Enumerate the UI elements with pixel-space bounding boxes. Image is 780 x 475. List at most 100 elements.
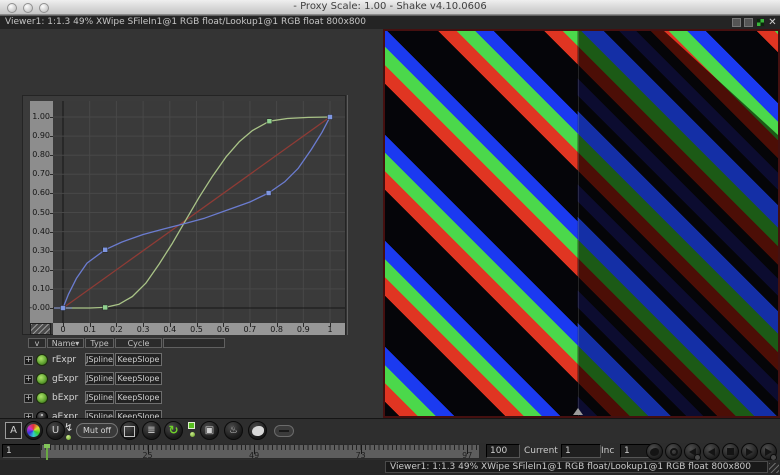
current-label: Current <box>524 446 558 456</box>
stop-button[interactable] <box>722 443 739 460</box>
script-a-button[interactable]: A <box>5 422 22 439</box>
visibility-dot-icon[interactable] <box>36 354 48 366</box>
flipbook-flame-button[interactable]: ♨ <box>224 421 243 440</box>
expand-row-button[interactable]: + <box>24 394 33 403</box>
ramp-corner-button[interactable] <box>30 323 51 335</box>
table-row: +gExprJSplineKeepSlope <box>0 370 383 388</box>
curve-plot-area[interactable] <box>53 101 345 323</box>
status-row: Viewer1: 1:1.3 49% XWipe SFileIn1@1 RGB … <box>0 460 780 475</box>
status-bar: Viewer1: 1:1.3 49% XWipe SFileIn1@1 RGB … <box>385 461 768 473</box>
curve-knot-gExpr[interactable] <box>103 305 108 310</box>
y-tick-label: 0.70 <box>32 170 50 178</box>
visibility-dot-icon[interactable] <box>36 392 48 404</box>
roi-button[interactable]: ▣ <box>200 421 219 440</box>
curve-knot-bExpr[interactable] <box>328 115 333 120</box>
table-header-visibility[interactable]: v <box>28 338 46 348</box>
flipbook-button[interactable] <box>646 443 663 460</box>
type-button[interactable]: JSpline <box>85 372 114 385</box>
table-header-extra <box>163 338 225 348</box>
y-tick-label: 0.90 <box>32 132 50 140</box>
more-button[interactable] <box>274 425 294 437</box>
table-header-name-label: Name <box>52 339 76 348</box>
cycle-button[interactable]: KeepSlope <box>115 372 162 385</box>
compare-button[interactable]: ≣ <box>142 421 161 440</box>
timeline-ruler[interactable]: 25497397 <box>40 444 480 459</box>
paint-icon <box>252 426 264 436</box>
row-name-label: bExpr <box>52 393 78 403</box>
x-tick-mark <box>223 323 224 327</box>
table-header-type[interactable]: Type <box>85 338 114 348</box>
mute-button[interactable]: Mut off <box>76 423 118 438</box>
viewer-checker-icon[interactable] <box>756 18 765 27</box>
stop-icon <box>727 448 734 455</box>
panel-divider <box>347 95 348 335</box>
transport-controls <box>646 443 777 460</box>
proxy-lightning-icon[interactable]: ↯ <box>64 422 74 438</box>
viewer-canvas[interactable] <box>383 29 780 418</box>
x-tick-mark <box>277 323 278 327</box>
timeline-tick-label: 73 <box>356 451 366 460</box>
table-header-cycle[interactable]: Cycle <box>115 338 162 348</box>
viewer-resize-icon[interactable] <box>744 18 753 27</box>
paint-button[interactable] <box>248 421 267 440</box>
playhead[interactable] <box>46 444 48 460</box>
flipbook-icon <box>650 448 659 456</box>
timeline-tick-label: 49 <box>249 451 259 460</box>
viewer-panel-icon[interactable] <box>732 18 741 27</box>
viewer-toolbar: A U ↯ Mut off ≣ ↻ ▣ ♨ <box>0 418 780 443</box>
update-button[interactable]: U <box>46 421 65 440</box>
curve-knot-bExpr[interactable] <box>61 306 66 311</box>
audio-button[interactable] <box>665 443 682 460</box>
timeline-tick-label: 25 <box>142 451 152 460</box>
timeline-row: 25497397 Current Inc <box>0 443 780 460</box>
audio-icon <box>670 448 678 456</box>
table-header-name[interactable]: Name▾ <box>47 338 84 348</box>
step-back-icon <box>708 448 715 456</box>
visibility-dot-icon[interactable] <box>36 373 48 385</box>
current-frame-field[interactable] <box>561 444 601 458</box>
type-button[interactable]: JSpline <box>85 391 114 404</box>
y-tick-label: 1.00 <box>32 113 50 121</box>
y-axis: 1.000.900.800.700.600.500.400.300.200.10… <box>30 101 53 323</box>
x-tick-mark <box>330 323 331 327</box>
table-row: +rExprJSplineKeepSlope <box>0 351 383 369</box>
type-button[interactable]: JSpline <box>85 353 114 366</box>
next-key-button[interactable] <box>760 443 777 460</box>
x-tick-mark <box>143 323 144 327</box>
resize-grip-icon[interactable] <box>769 463 779 473</box>
curve-knot-bExpr[interactable] <box>103 247 108 252</box>
viewer-close-icon[interactable]: ✕ <box>768 18 777 27</box>
xwipe-handle[interactable] <box>573 408 583 415</box>
expand-row-button[interactable]: + <box>24 375 33 384</box>
play-icon <box>746 448 753 456</box>
prev-frame-button[interactable] <box>703 443 720 460</box>
buffer-indicator-icon[interactable] <box>188 422 195 429</box>
curve-knot-bExpr[interactable] <box>266 191 271 196</box>
curve-knot-gExpr[interactable] <box>267 119 272 124</box>
table-row: + bExpr JSplineKeepSlope <box>0 389 383 407</box>
x-tick-mark <box>90 323 91 327</box>
refresh-button[interactable]: ↻ <box>164 421 183 440</box>
next-frame-button[interactable] <box>741 443 758 460</box>
range-end-field[interactable] <box>486 444 520 458</box>
cycle-button[interactable]: KeepSlope <box>115 391 162 404</box>
x-tick-mark <box>250 323 251 327</box>
y-tick-label: 0.30 <box>32 247 50 255</box>
prev-key-button[interactable] <box>684 443 701 460</box>
roi-icon: ▣ <box>205 425 214 436</box>
viewport-frame-button[interactable] <box>120 421 139 440</box>
y-tick-label: 0.20 <box>32 266 50 274</box>
y-tick-label: 0.60 <box>32 189 50 197</box>
cycle-button[interactable]: KeepSlope <box>115 353 162 366</box>
viewer-title: Viewer1: 1:1.3 49% XWipe SFileIn1@1 RGB … <box>5 17 366 27</box>
inc-label: Inc <box>601 446 614 456</box>
x-tick-mark <box>63 323 64 327</box>
x-tick-mark <box>197 323 198 327</box>
y-tick-label: 0.50 <box>32 209 50 217</box>
y-tick-label: 0.80 <box>32 151 50 159</box>
refresh-icon: ↻ <box>168 423 178 437</box>
flame-icon: ♨ <box>229 425 238 436</box>
channel-display-button[interactable] <box>24 421 43 440</box>
xwipe-split-line <box>578 31 579 416</box>
expand-row-button[interactable]: + <box>24 356 33 365</box>
